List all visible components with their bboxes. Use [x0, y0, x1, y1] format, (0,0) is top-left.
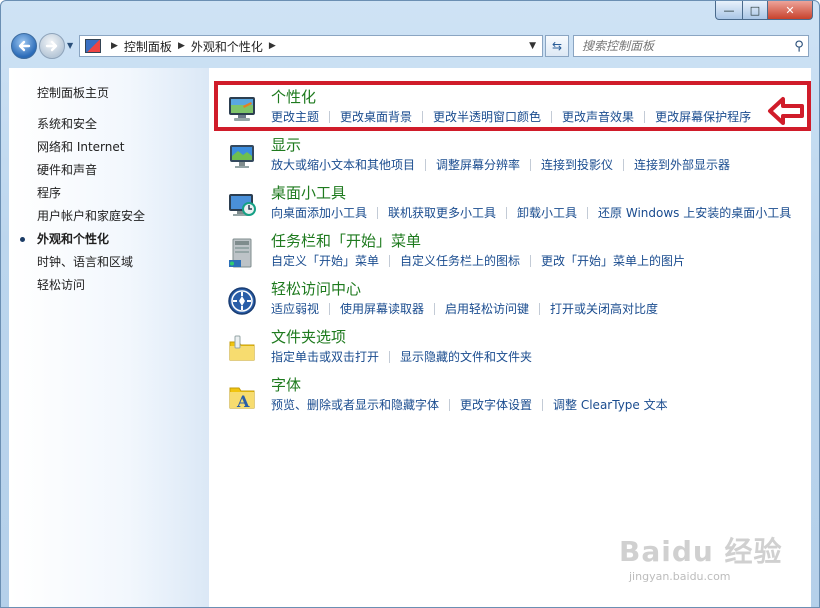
category-title-folder-options[interactable]: 文件夹选项	[271, 328, 346, 346]
watermark-brand: Baidu 经验	[619, 535, 783, 568]
category-links-gadgets: 向桌面添加小工具 联机获取更多小工具 卸载小工具 还原 Windows 上安装的…	[271, 204, 791, 221]
category-links-ease-of-access: 适应弱视 使用屏幕读取器 启用轻松访问键 打开或关闭高对比度	[271, 300, 658, 317]
search-icon[interactable]: ⚲	[790, 39, 808, 54]
link-divider	[530, 254, 532, 267]
control-panel-window: — □ ✕ ▼ ▶ 控制面板 ▶ 外观和个性化 ▶ ▼ ⇆ ⚲ 控制面板主页	[0, 0, 820, 608]
back-arrow-icon	[18, 40, 31, 52]
link-customize-taskbar-icons[interactable]: 自定义任务栏上的图标	[400, 252, 520, 269]
minimize-button[interactable]: —	[715, 1, 743, 20]
refresh-icon: ⇆	[551, 39, 563, 53]
category-title-taskbar[interactable]: 任务栏和「开始」菜单	[271, 232, 421, 250]
refresh-button[interactable]: ⇆	[545, 35, 569, 57]
display-icon	[227, 142, 257, 172]
address-dropdown-icon[interactable]: ▼	[529, 41, 536, 51]
category-title-fonts[interactable]: 字体	[271, 376, 301, 394]
annotation-arrow-left-icon	[767, 96, 805, 129]
close-button[interactable]: ✕	[768, 1, 813, 20]
category-title-gadgets[interactable]: 桌面小工具	[271, 184, 346, 202]
category-links-folder-options: 指定单击或双击打开 显示隐藏的文件和文件夹	[271, 348, 532, 365]
ease-of-access-icon	[227, 286, 257, 316]
link-divider	[425, 158, 427, 171]
link-show-hidden-files[interactable]: 显示隐藏的文件和文件夹	[400, 348, 532, 365]
back-button[interactable]	[11, 33, 37, 59]
sidebar-item-user-accounts[interactable]: 用户帐户和家庭安全	[37, 209, 145, 232]
recent-pages-dropdown[interactable]: ▼	[67, 41, 73, 50]
forward-arrow-icon	[45, 40, 58, 52]
annotation-highlight-box	[214, 81, 811, 131]
sidebar-home-link[interactable]: 控制面板主页	[37, 84, 109, 101]
chevron-right-icon[interactable]: ▶	[111, 41, 118, 51]
sidebar-item-appearance[interactable]: 外观和个性化	[19, 232, 145, 255]
main-content: 个性化 更改主题 更改桌面背景 更改半透明窗口颜色 更改声音效果 更改屏幕保护程…	[209, 68, 811, 607]
link-zoom-text[interactable]: 放大或缩小文本和其他项目	[271, 156, 415, 173]
gadgets-icon	[227, 190, 257, 220]
link-divider	[389, 254, 391, 267]
maximize-button[interactable]: □	[743, 1, 768, 20]
taskbar-icon	[227, 238, 257, 268]
link-divider	[389, 350, 391, 363]
breadcrumb-control-panel[interactable]: 控制面板	[124, 38, 172, 55]
link-cleartype[interactable]: 调整 ClearType 文本	[553, 396, 668, 413]
chevron-right-icon[interactable]: ▶	[178, 41, 185, 51]
link-get-more-gadgets[interactable]: 联机获取更多小工具	[388, 204, 496, 221]
sidebar-item-network[interactable]: 网络和 Internet	[37, 140, 145, 163]
watermark: Baidu 经验 jingyan.baidu.com	[609, 530, 784, 590]
search-input[interactable]	[574, 38, 790, 54]
link-restore-gadgets[interactable]: 还原 Windows 上安装的桌面小工具	[598, 204, 791, 221]
link-divider	[449, 398, 451, 411]
link-divider	[506, 206, 508, 219]
folder-options-icon	[227, 334, 257, 364]
link-divider	[587, 206, 589, 219]
control-panel-icon	[85, 39, 101, 53]
category-title-display[interactable]: 显示	[271, 136, 301, 154]
breadcrumb-appearance[interactable]: 外观和个性化	[191, 38, 263, 55]
search-box[interactable]: ⚲	[573, 35, 809, 57]
link-single-double-click[interactable]: 指定单击或双击打开	[271, 348, 379, 365]
svg-text:A: A	[236, 392, 250, 411]
category-links-display: 放大或缩小文本和其他项目 调整屏幕分辨率 连接到投影仪 连接到外部显示器	[271, 156, 730, 173]
address-bar[interactable]: ▶ 控制面板 ▶ 外观和个性化 ▶ ▼	[79, 35, 543, 57]
forward-button[interactable]	[39, 33, 65, 59]
link-accessibility-keys[interactable]: 启用轻松访问键	[445, 300, 529, 317]
sidebar-item-clock-language[interactable]: 时钟、语言和区域	[37, 255, 145, 278]
link-screen-reader[interactable]: 使用屏幕读取器	[340, 300, 424, 317]
link-divider	[623, 158, 625, 171]
category-links-taskbar: 自定义「开始」菜单 自定义任务栏上的图标 更改「开始」菜单上的图片	[271, 252, 685, 269]
link-connect-projector[interactable]: 连接到投影仪	[541, 156, 613, 173]
sidebar-item-ease-of-access[interactable]: 轻松访问	[37, 278, 145, 301]
navigation-bar: ▼ ▶ 控制面板 ▶ 外观和个性化 ▶ ▼ ⇆ ⚲	[9, 30, 811, 62]
chevron-right-icon[interactable]: ▶	[269, 41, 276, 51]
caption-buttons: — □ ✕	[715, 1, 813, 20]
sidebar-item-programs[interactable]: 程序	[37, 186, 145, 209]
link-customize-start-menu[interactable]: 自定义「开始」菜单	[271, 252, 379, 269]
sidebar-item-system-security[interactable]: 系统和安全	[37, 117, 145, 140]
link-low-vision[interactable]: 适应弱视	[271, 300, 319, 317]
category-title-ease-of-access[interactable]: 轻松访问中心	[271, 280, 361, 298]
fonts-icon: A	[227, 382, 257, 412]
sidebar-list: 系统和安全 网络和 Internet 硬件和声音 程序 用户帐户和家庭安全 外观…	[19, 117, 145, 301]
link-change-start-menu-picture[interactable]: 更改「开始」菜单上的图片	[541, 252, 685, 269]
watermark-url: jingyan.baidu.com	[629, 570, 731, 583]
category-links-fonts: 预览、删除或者显示和隐藏字体 更改字体设置 调整 ClearType 文本	[271, 396, 668, 413]
link-add-gadgets[interactable]: 向桌面添加小工具	[271, 204, 367, 221]
link-divider	[539, 302, 541, 315]
link-font-settings[interactable]: 更改字体设置	[460, 396, 532, 413]
link-divider	[530, 158, 532, 171]
link-divider	[329, 302, 331, 315]
sidebar: 控制面板主页 系统和安全 网络和 Internet 硬件和声音 程序 用户帐户和…	[9, 68, 209, 607]
link-uninstall-gadget[interactable]: 卸载小工具	[517, 204, 577, 221]
link-adjust-resolution[interactable]: 调整屏幕分辨率	[436, 156, 520, 173]
link-preview-fonts[interactable]: 预览、删除或者显示和隐藏字体	[271, 396, 439, 413]
link-high-contrast[interactable]: 打开或关闭高对比度	[550, 300, 658, 317]
sidebar-item-hardware-sound[interactable]: 硬件和声音	[37, 163, 145, 186]
link-divider	[377, 206, 379, 219]
link-divider	[434, 302, 436, 315]
link-connect-external-display[interactable]: 连接到外部显示器	[634, 156, 730, 173]
link-divider	[542, 398, 544, 411]
